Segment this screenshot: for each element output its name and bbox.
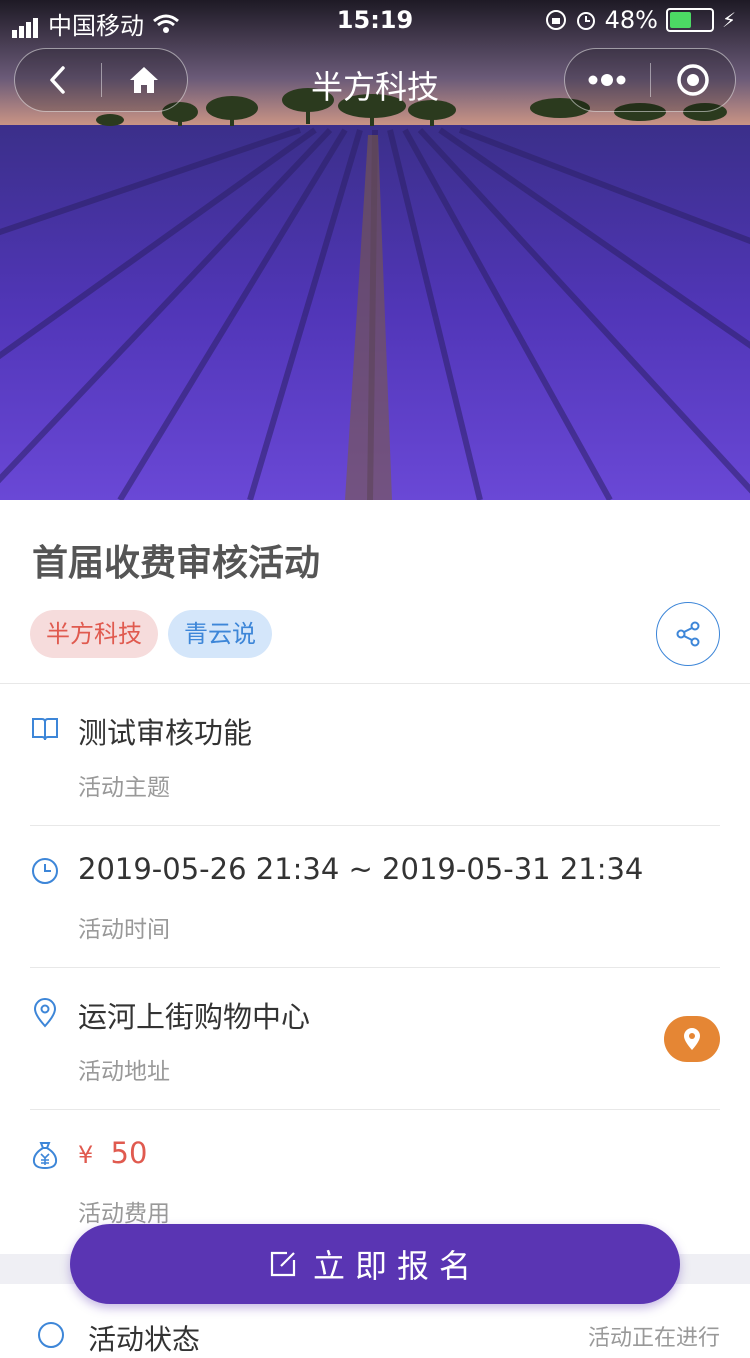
location-icon: [33, 998, 57, 1028]
share-icon: [676, 621, 700, 647]
fee-amount: 50: [110, 1136, 148, 1170]
currency-symbol: ¥: [78, 1141, 94, 1169]
tag-list: 半方科技 青云说: [30, 610, 272, 658]
alarm-icon: [576, 12, 595, 30]
address-value: 运河上街购物中心: [78, 1000, 311, 1034]
theme-row: 测试审核功能 活动主题: [30, 684, 720, 826]
time-label: 活动时间: [78, 917, 170, 943]
money-bag-icon: [32, 1142, 58, 1170]
book-icon: [32, 718, 58, 741]
more-icon: [588, 74, 626, 86]
edit-icon: [270, 1251, 296, 1277]
status-label: 活动状态: [88, 1323, 201, 1356]
status-bar: 中国移动 15:19 48% ⚡: [0, 0, 750, 40]
status-right: 48% ⚡: [545, 6, 736, 34]
battery-icon: [665, 8, 714, 32]
status-icon: [38, 1322, 64, 1348]
tag-organizer[interactable]: 半方科技: [30, 610, 158, 658]
share-button[interactable]: [656, 602, 720, 666]
time-row: 2019-05-26 21:34 ~ 2019-05-31 21:34 活动时间: [30, 826, 720, 968]
battery-percent: 48%: [604, 6, 658, 34]
time-value: 2019-05-26 21:34 ~ 2019-05-31 21:34: [78, 852, 644, 886]
activity-title: 首届收费审核活动: [32, 543, 321, 584]
more-button[interactable]: [565, 49, 650, 111]
nav-capsule-right: [564, 48, 736, 112]
tag-category[interactable]: 青云说: [168, 610, 272, 658]
clock-icon: [32, 858, 58, 884]
rotation-lock-icon: [545, 10, 566, 30]
record-icon: [677, 64, 709, 96]
signup-label: 立即报名: [312, 1247, 481, 1285]
close-miniprogram-button[interactable]: [651, 49, 736, 111]
fee-label: 活动费用: [78, 1201, 170, 1227]
signup-button[interactable]: 立即报名: [70, 1224, 680, 1304]
status-value: 活动正在进行: [587, 1326, 720, 1351]
open-map-button[interactable]: [664, 1016, 720, 1062]
address-row: 运河上街购物中心 活动地址: [30, 968, 720, 1110]
navigation-bar: 半方科技: [0, 48, 750, 112]
fee-value: ¥ 50: [78, 1136, 147, 1170]
map-pin-icon: [684, 1028, 700, 1050]
charging-icon: ⚡: [721, 8, 736, 32]
address-label: 活动地址: [78, 1059, 170, 1085]
theme-label: 活动主题: [78, 775, 170, 801]
theme-value: 测试审核功能: [78, 716, 253, 750]
